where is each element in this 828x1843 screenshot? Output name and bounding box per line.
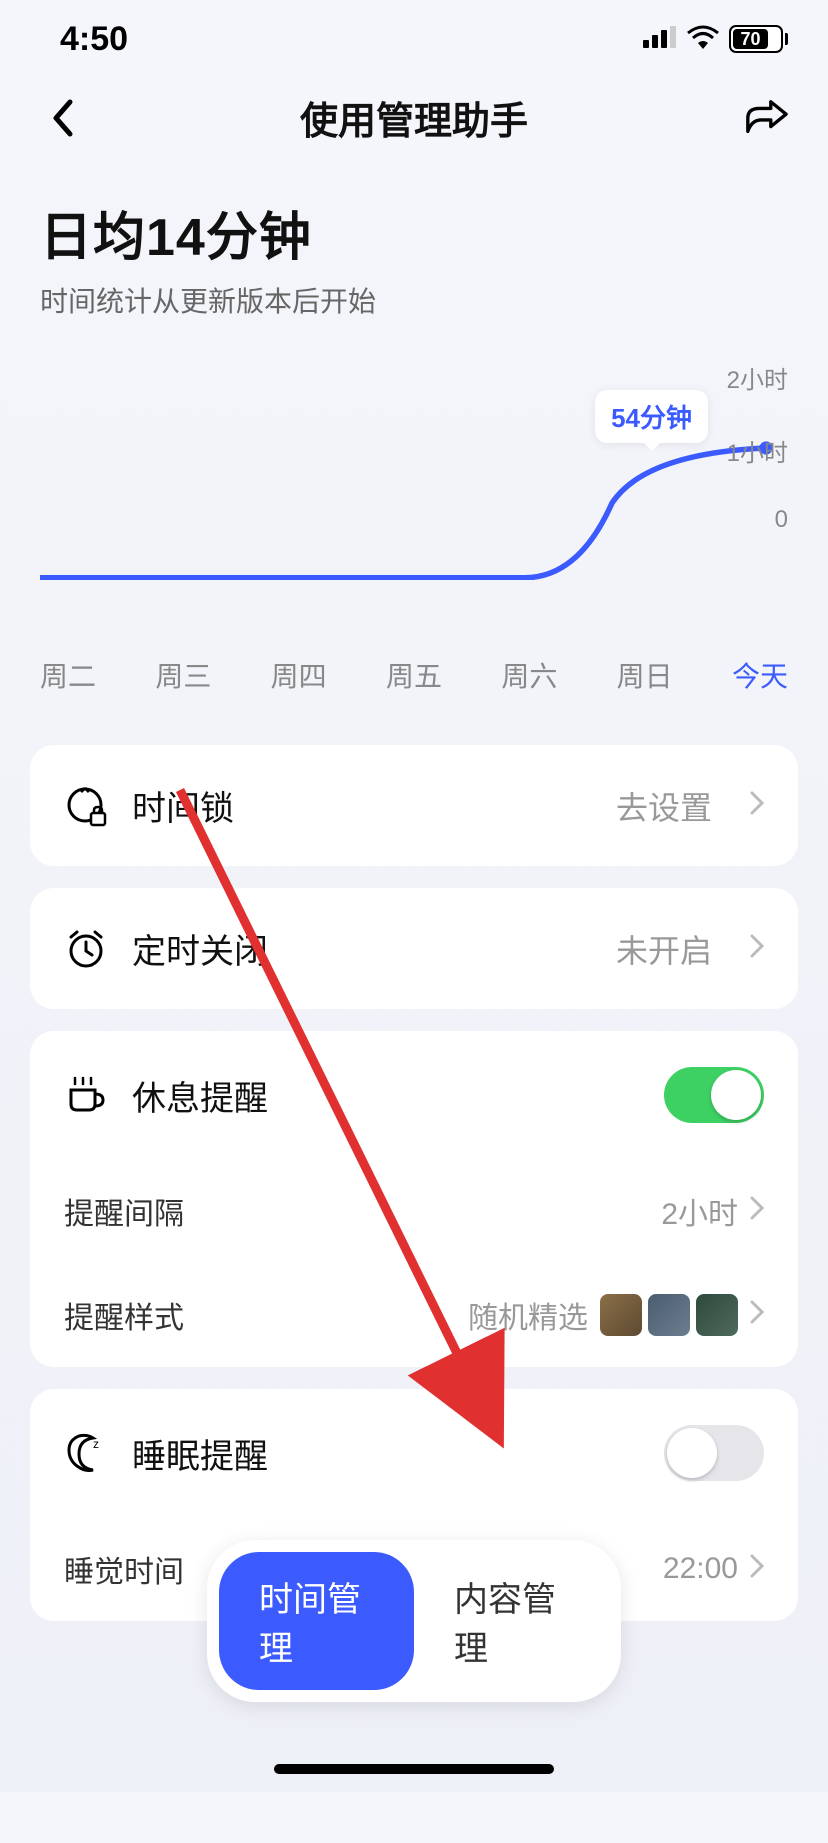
sleep-time-value: 22:00	[663, 1552, 738, 1586]
chevron-right-icon	[750, 791, 764, 820]
time-lock-label: 时间锁	[132, 781, 592, 830]
scheduled-off-card[interactable]: 定时关闭 未开启	[30, 888, 798, 1009]
battery-icon: 70	[729, 25, 788, 53]
x-label[interactable]: 周二	[40, 655, 96, 695]
chart-tooltip: 54分钟	[595, 390, 708, 443]
tab-content-management[interactable]: 内容管理	[414, 1552, 609, 1690]
scheduled-off-value: 未开启	[616, 926, 712, 972]
status-time: 4:50	[60, 20, 128, 59]
moon-icon: z	[64, 1431, 108, 1475]
time-lock-card[interactable]: 时间锁 去设置	[30, 745, 798, 866]
reminder-interval-value: 2小时	[661, 1189, 738, 1233]
sleep-reminder-label: 睡眠提醒	[132, 1429, 640, 1478]
rest-reminder-toggle[interactable]	[664, 1067, 764, 1123]
x-label[interactable]: 周三	[155, 655, 211, 695]
sleep-time-label: 睡觉时间	[64, 1547, 184, 1591]
x-label[interactable]: 周五	[386, 655, 442, 695]
svg-text:z: z	[93, 1437, 99, 1451]
thumb-icon	[648, 1294, 690, 1336]
summary-section: 日均14分钟 时间统计从更新版本后开始	[0, 175, 828, 320]
style-thumbnails	[600, 1294, 738, 1336]
sleep-reminder-toggle[interactable]	[664, 1425, 764, 1481]
thumb-icon	[696, 1294, 738, 1336]
thumb-icon	[600, 1294, 642, 1336]
x-label[interactable]: 周日	[617, 655, 673, 695]
reminder-interval-label: 提醒间隔	[64, 1189, 184, 1233]
alarm-icon	[64, 927, 108, 971]
reminder-interval-row[interactable]: 提醒间隔 2小时	[30, 1159, 798, 1263]
status-bar: 4:50 70	[0, 0, 828, 70]
home-indicator[interactable]	[274, 1764, 554, 1774]
share-button[interactable]	[744, 96, 788, 140]
cup-icon	[64, 1073, 108, 1117]
chart-x-labels: 周二 周三 周四 周五 周六 周日 今天	[40, 655, 788, 695]
cellular-icon	[643, 26, 677, 53]
summary-subtitle: 时间统计从更新版本后开始	[40, 280, 788, 320]
reminder-style-label: 提醒样式	[64, 1293, 184, 1337]
x-label-active[interactable]: 今天	[732, 655, 788, 695]
summary-title: 日均14分钟	[40, 195, 788, 270]
chevron-right-icon	[750, 1552, 764, 1586]
wifi-icon	[687, 25, 719, 54]
status-icons: 70	[643, 25, 788, 54]
time-lock-value: 去设置	[616, 783, 712, 829]
x-label[interactable]: 周六	[501, 655, 557, 695]
scheduled-off-label: 定时关闭	[132, 924, 592, 973]
chevron-right-icon	[750, 1194, 764, 1228]
x-label[interactable]: 周四	[271, 655, 327, 695]
nav-bar: 使用管理助手	[0, 70, 828, 175]
chart-y-labels: 2小时 1小时 0	[727, 360, 788, 579]
bottom-tab-bar: 时间管理 内容管理	[207, 1540, 621, 1702]
clock-lock-icon	[64, 784, 108, 828]
chevron-right-icon	[750, 1298, 764, 1332]
chevron-right-icon	[750, 934, 764, 963]
reminder-style-row[interactable]: 提醒样式 随机精选	[30, 1263, 798, 1367]
back-button[interactable]	[40, 96, 84, 140]
reminder-style-value: 随机精选	[468, 1293, 588, 1337]
page-title: 使用管理助手	[300, 90, 528, 145]
rest-reminder-card: 休息提醒 提醒间隔 2小时 提醒样式 随机精选	[30, 1031, 798, 1367]
usage-chart[interactable]: 2小时 1小时 0 54分钟	[40, 360, 788, 640]
tab-time-management[interactable]: 时间管理	[219, 1552, 414, 1690]
rest-reminder-label: 休息提醒	[132, 1071, 640, 1120]
